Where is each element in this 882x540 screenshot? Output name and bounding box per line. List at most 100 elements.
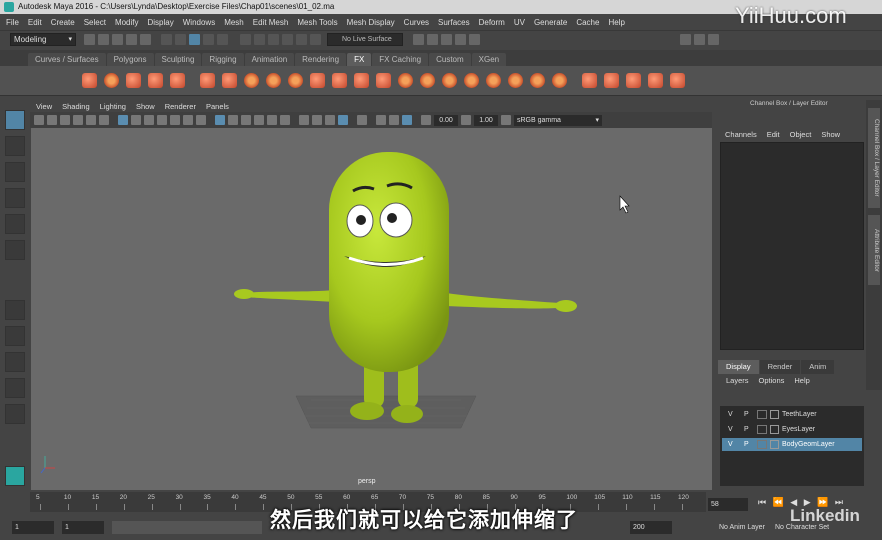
layer-visibility-toggle[interactable]: V — [728, 423, 733, 436]
motion-blur-icon[interactable] — [312, 115, 322, 125]
redo-icon[interactable] — [140, 34, 151, 45]
film-gate-icon[interactable] — [131, 115, 141, 125]
toggle-channel-box-icon[interactable] — [694, 34, 705, 45]
field-newton-icon[interactable] — [464, 73, 479, 88]
menu-mesh-tools[interactable]: Mesh Tools — [297, 18, 337, 27]
menu-deform[interactable]: Deform — [479, 18, 505, 27]
menu-surfaces[interactable]: Surfaces — [438, 18, 470, 27]
safe-action-icon[interactable] — [183, 115, 193, 125]
workspace-icon[interactable] — [680, 34, 691, 45]
shadows-icon[interactable] — [280, 115, 290, 125]
open-scene-icon[interactable] — [98, 34, 109, 45]
layer-menu-help[interactable]: Help — [794, 376, 809, 388]
new-scene-icon[interactable] — [84, 34, 95, 45]
goal-icon[interactable] — [170, 73, 185, 88]
grease-pencil-icon[interactable] — [99, 115, 109, 125]
single-perspective-layout-icon[interactable] — [5, 300, 25, 320]
menu-file[interactable]: File — [6, 18, 19, 27]
ambient-occlusion-icon[interactable] — [299, 115, 309, 125]
shelf-tab-fx[interactable]: FX — [347, 53, 372, 66]
perspective-viewport[interactable]: persp — [31, 128, 712, 490]
bifrost-liquid-icon[interactable] — [354, 73, 369, 88]
color-space-dropdown[interactable]: sRGB gamma ▾ — [514, 114, 602, 126]
menu-set-dropdown[interactable]: Modeling ▾ — [10, 33, 76, 46]
select-camera-icon[interactable] — [34, 115, 44, 125]
select-object-icon[interactable] — [175, 34, 186, 45]
side-tab-attribute-editor[interactable]: Attribute Editor — [868, 215, 880, 285]
lasso-tool-icon[interactable] — [5, 136, 25, 156]
ipr-render-icon[interactable] — [427, 34, 438, 45]
shelf-tab-animation[interactable]: Animation — [244, 53, 295, 66]
grid-icon[interactable] — [118, 115, 128, 125]
nhair-icon[interactable] — [266, 73, 281, 88]
four-view-layout-icon[interactable] — [5, 326, 25, 346]
layer-visibility-toggle[interactable]: V — [728, 438, 733, 451]
panel-menu-view[interactable]: View — [36, 102, 52, 111]
ncloth-shirt-icon-4[interactable] — [648, 73, 663, 88]
layer-menu-options[interactable]: Options — [759, 376, 785, 388]
ncloth-shirt-icon-5[interactable] — [670, 73, 685, 88]
emit-from-object-icon[interactable] — [126, 73, 141, 88]
layer-color-swatch[interactable] — [757, 410, 767, 419]
menu-curves[interactable]: Curves — [404, 18, 429, 27]
field-chart-icon[interactable] — [170, 115, 180, 125]
safe-title-icon[interactable] — [196, 115, 206, 125]
persp-graph-layout-icon[interactable] — [5, 378, 25, 398]
menu-generate[interactable]: Generate — [534, 18, 567, 27]
render-frame-icon[interactable] — [413, 34, 424, 45]
menu-modify[interactable]: Modify — [115, 18, 139, 27]
field-air-icon[interactable] — [398, 73, 413, 88]
paint-select-tool-icon[interactable] — [5, 162, 25, 182]
live-surface-field[interactable]: No Live Surface — [327, 33, 403, 46]
xray-icon[interactable] — [376, 115, 386, 125]
shelf-tab-fx-caching[interactable]: FX Caching — [372, 53, 429, 66]
layer-color-swatch[interactable] — [757, 425, 767, 434]
gamma-field[interactable]: 1.00 — [474, 114, 498, 126]
channel-menu-channels[interactable]: Channels — [725, 130, 757, 139]
ncloth-icon[interactable] — [200, 73, 215, 88]
render-view-icon[interactable] — [469, 34, 480, 45]
field-drag-icon[interactable] — [420, 73, 435, 88]
snap-grid-icon[interactable] — [240, 34, 251, 45]
emitter-icon[interactable] — [104, 73, 119, 88]
multisample-aa-icon[interactable] — [325, 115, 335, 125]
layer-row[interactable]: V P TeethLayer — [722, 408, 862, 421]
menu-display[interactable]: Display — [148, 18, 174, 27]
exposure-icon[interactable] — [421, 115, 431, 125]
menu-help[interactable]: Help — [608, 18, 624, 27]
ocean-icon[interactable] — [310, 73, 325, 88]
undo-icon[interactable] — [126, 34, 137, 45]
menu-create[interactable]: Create — [51, 18, 75, 27]
move-tool-icon[interactable] — [5, 188, 25, 208]
anim-layer-label[interactable]: No Anim Layer — [716, 521, 766, 534]
channel-box-body[interactable] — [720, 142, 864, 350]
exposure-field[interactable]: 0.00 — [434, 114, 458, 126]
select-hierarchy-icon[interactable] — [161, 34, 172, 45]
layer-playback-toggle[interactable]: P — [744, 408, 749, 421]
layer-playback-toggle[interactable]: P — [744, 438, 749, 451]
field-gravity-icon[interactable] — [442, 73, 457, 88]
select-by-type-icon[interactable] — [203, 34, 214, 45]
smooth-shade-icon[interactable] — [228, 115, 238, 125]
layer-playback-toggle[interactable]: P — [744, 423, 749, 436]
menu-mesh[interactable]: Mesh — [224, 18, 244, 27]
field-uniform-icon[interactable] — [530, 73, 545, 88]
make-live-icon[interactable] — [310, 34, 321, 45]
channel-menu-edit[interactable]: Edit — [767, 130, 780, 139]
wireframe-icon[interactable] — [215, 115, 225, 125]
shelf-tab-custom[interactable]: Custom — [429, 53, 471, 66]
bookmark-icon[interactable] — [60, 115, 70, 125]
fluid-container-icon[interactable] — [288, 73, 303, 88]
ncloth-shirt-icon-2[interactable] — [604, 73, 619, 88]
nconstraint-icon[interactable] — [244, 73, 259, 88]
rotate-tool-icon[interactable] — [5, 214, 25, 234]
field-radial-icon[interactable] — [486, 73, 501, 88]
toggle-tool-settings-icon[interactable] — [708, 34, 719, 45]
layer-menu-layers[interactable]: Layers — [726, 376, 749, 388]
animation-end-field[interactable]: 200 — [630, 521, 672, 534]
xray-joints-icon[interactable] — [389, 115, 399, 125]
gate-mask-icon[interactable] — [157, 115, 167, 125]
snap-point-icon[interactable] — [268, 34, 279, 45]
snap-projected-icon[interactable] — [282, 34, 293, 45]
panel-menu-shading[interactable]: Shading — [62, 102, 90, 111]
